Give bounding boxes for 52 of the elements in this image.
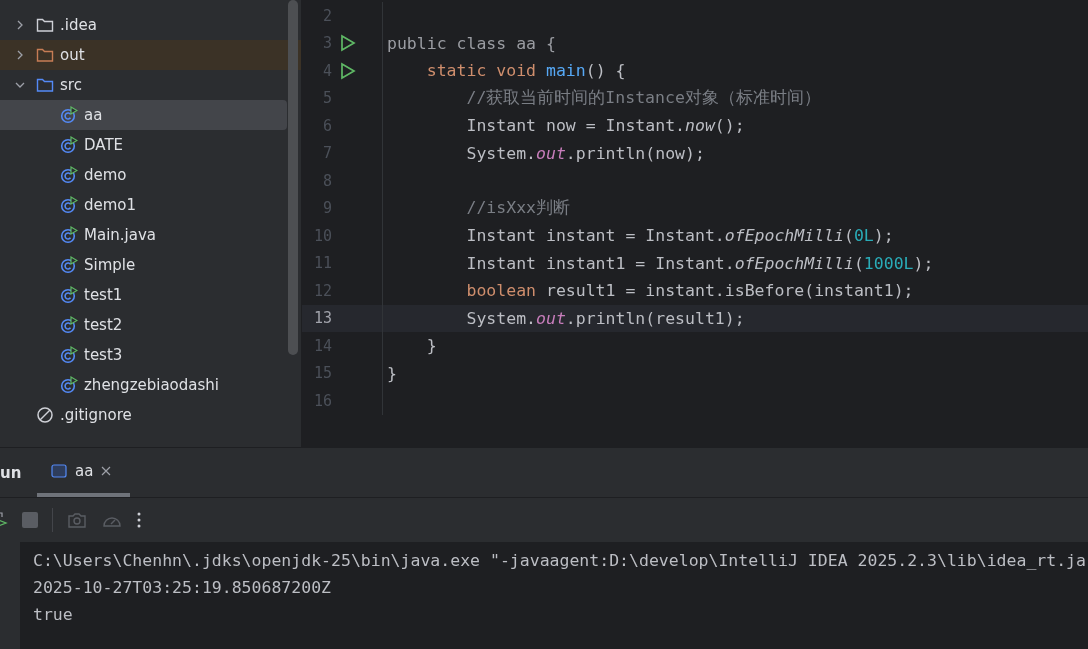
scrollbar[interactable] (288, 0, 298, 355)
code-line: System.out.println(result1); (465, 308, 745, 328)
class-icon (60, 136, 78, 154)
tree-item[interactable]: test1 (0, 280, 301, 310)
class-icon (60, 346, 78, 364)
code-line: boolean result1 = instant.isBefore(instant1); (465, 281, 914, 301)
run-icon[interactable] (340, 61, 356, 80)
class-icon (60, 166, 78, 184)
console-line: C:\Users\Chenhn\.jdks\openjdk-25\bin\java.exe "-javaagent:D:\develop\IntelliJ IDEA 2025.2.3\lib\idea_rt.ja (33, 550, 1086, 572)
tree-item[interactable]: test3 (0, 340, 301, 370)
class-icon (60, 106, 78, 124)
class-icon (60, 196, 78, 214)
line-number: 13 (312, 309, 332, 328)
code-line: Instant now = Instant.now(); (465, 116, 745, 136)
console-icon (51, 463, 67, 478)
code-line: } (387, 363, 397, 383)
code-line: Instant instant = Instant.ofEpochMilli(0L); (465, 226, 894, 246)
code-line: } (425, 336, 437, 356)
class-icon (60, 286, 78, 304)
tree-item[interactable]: Simple (0, 250, 301, 280)
tree-item[interactable]: test2 (0, 310, 301, 340)
class-icon (60, 316, 78, 334)
folder-icon (36, 46, 54, 64)
code-line: public class aa { (387, 33, 556, 53)
ignore-icon (36, 406, 54, 424)
tree-item[interactable]: demo1 (0, 190, 301, 220)
class-icon (60, 256, 78, 274)
code-line: //获取当前时间的Instance对象（标准时间） (465, 87, 821, 110)
tree-item[interactable]: demo (0, 160, 301, 190)
console-line: true (33, 604, 74, 626)
close-icon[interactable] (101, 465, 112, 476)
more-icon[interactable] (137, 512, 141, 528)
code-line: //isXxx判断 (465, 197, 570, 220)
tree-item[interactable]: .gitignore (0, 400, 301, 430)
tree-item[interactable]: src (0, 70, 301, 100)
tree-item[interactable]: .idea (0, 10, 301, 40)
rerun-icon[interactable] (0, 511, 8, 529)
class-icon (60, 376, 78, 394)
tree-item[interactable]: DATE (0, 130, 301, 160)
tree-item[interactable]: zhengzebiaodashi (0, 370, 301, 400)
console-line: 2025-10-27T03:25:19.850687200Z (33, 577, 332, 599)
tree-item[interactable]: out (0, 40, 301, 70)
code-line: Instant instant1 = Instant.ofEpochMilli(1000L); (465, 253, 934, 273)
folder-icon (36, 76, 54, 94)
code-line: System.out.println(now); (465, 143, 705, 163)
run-icon[interactable] (340, 34, 356, 53)
code-line: static void main() { (425, 61, 626, 81)
panel-title: un (0, 463, 23, 482)
tree-item[interactable]: aa (0, 100, 287, 130)
class-icon (60, 226, 78, 244)
tree-item[interactable]: Main.java (0, 220, 301, 250)
folder-icon (36, 16, 54, 34)
